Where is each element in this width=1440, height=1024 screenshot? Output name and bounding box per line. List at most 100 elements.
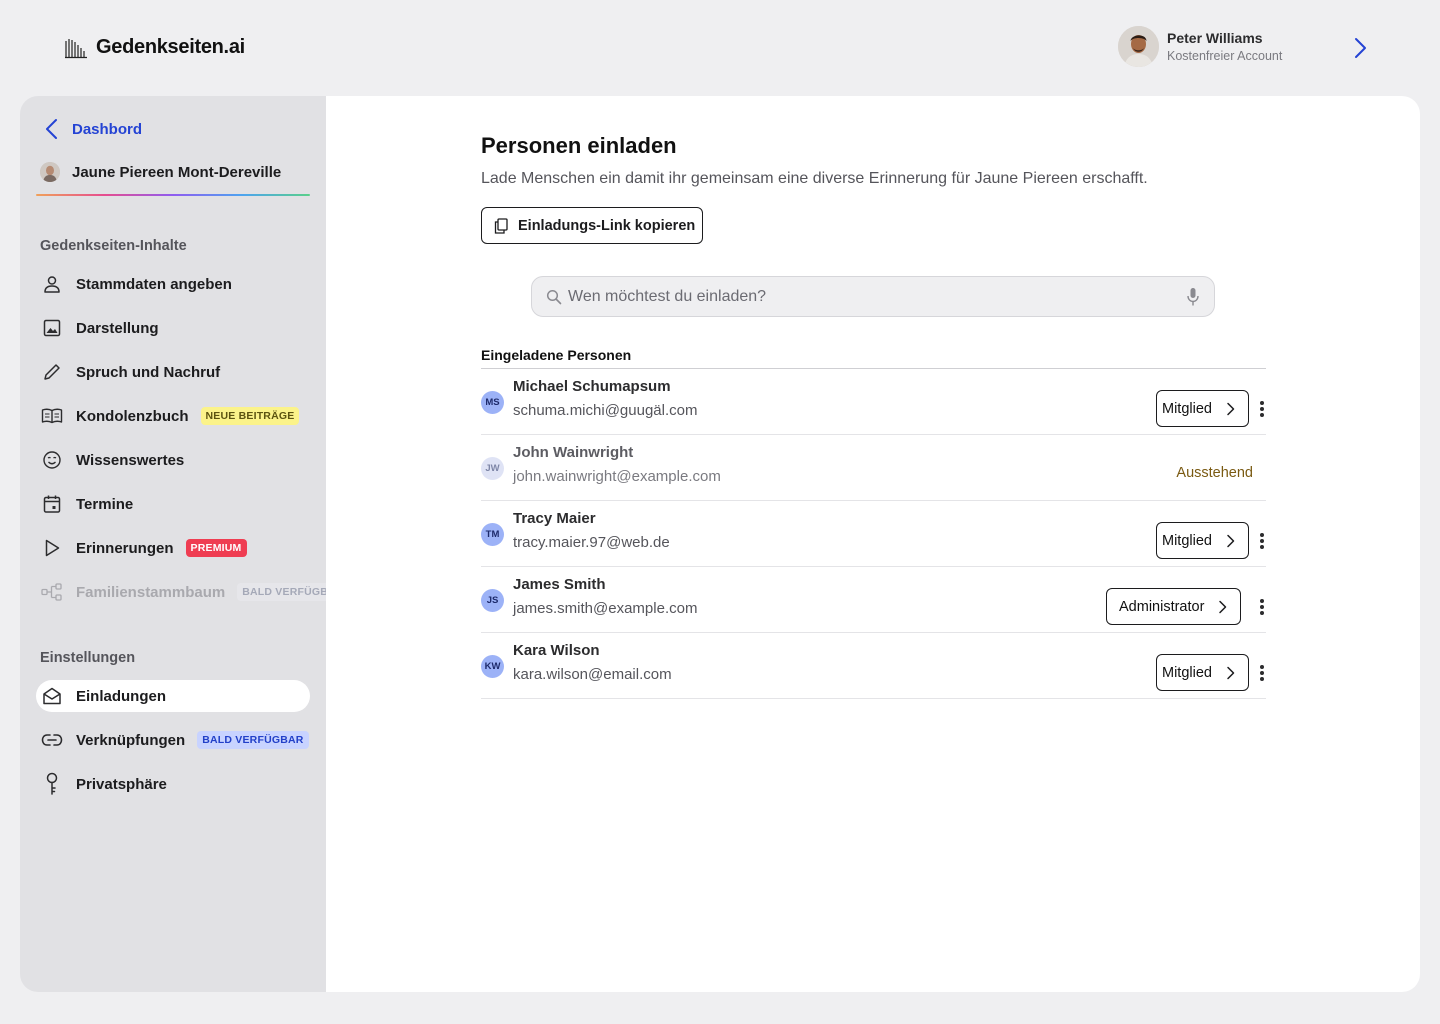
chevron-right-icon [1219,600,1227,613]
person-email: james.smith@example.com [513,600,698,617]
book-icon [40,404,64,428]
person-name: James Smith [513,576,606,593]
key-icon [40,772,64,796]
sidebar-item-stammdaten[interactable]: Stammdaten angeben [36,268,310,300]
role-select-button[interactable]: Mitglied [1156,390,1249,427]
back-to-dashboard-link[interactable]: Dashbord [44,118,142,140]
person-name: John Wainwright [513,444,634,461]
chevron-right-icon [1227,402,1235,415]
invited-person-row: JS James Smith james.smith@example.com A… [481,567,1266,633]
initials-avatar: JS [481,589,504,612]
initials-avatar: MS [481,391,504,414]
sidebar-item-label: Erinnerungen [76,539,174,557]
sidebar-item-label: Kondolenzbuch [76,407,189,425]
sidebar-item-label: Einladungen [76,687,166,705]
chevron-right-icon [1227,666,1235,679]
sidebar-item-label: Privatsphäre [76,775,167,793]
microphone-icon[interactable] [1186,287,1200,307]
smiley-icon [40,448,64,472]
section-title-content: Gedenkseiten-Inhalte [40,238,187,254]
brand-name: Gedenkseiten.ai [96,36,245,58]
sidebar-item-privatsphaere[interactable]: Privatsphäre [36,768,310,800]
invited-person-row: JW John Wainwright john.wainwright@examp… [481,435,1266,501]
more-options-icon[interactable] [1258,663,1266,683]
link-icon [40,728,64,752]
calendar-icon [40,492,64,516]
user-account[interactable]: Peter Williams Kostenfreier Account [1118,26,1282,67]
page-title: Personen einladen [481,133,677,158]
sidebar-item-termine[interactable]: Termine [36,488,310,520]
memorial-name: Jaune Piereen Mont-Dereville [72,163,282,181]
invited-person-row: MS Michael Schumapsum schuma.michi@guugä… [481,369,1266,435]
invited-list-title: Eingeladene Personen [481,347,632,363]
initials-avatar: TM [481,523,504,546]
role-select-button[interactable]: Mitglied [1156,522,1249,559]
pencil-icon [40,360,64,384]
sidebar-item-label: Termine [76,495,134,513]
role-select-button[interactable]: Administrator [1106,588,1242,625]
play-icon [40,536,64,560]
more-options-icon[interactable] [1258,531,1266,551]
memorial-divider [36,194,310,196]
role-select-button[interactable]: Mitglied [1156,654,1249,691]
main-panel: Personen einladen Lade Menschen ein dami… [326,96,1420,992]
sidebar-item-einladungen[interactable]: Einladungen [36,680,310,712]
person-name: Tracy Maier [513,510,596,527]
invited-person-row: TM Tracy Maier tracy.maier.97@web.de Mit… [481,501,1266,567]
sidebar-item-label: Wissenswertes [76,451,185,469]
person-email: tracy.maier.97@web.de [513,534,670,551]
sidebar-item-label: Spruch und Nachruf [76,363,221,381]
person-email: john.wainwright@example.com [513,468,721,485]
person-name: Michael Schumapsum [513,378,671,395]
role-label: Mitglied [1162,532,1212,549]
invited-person-row: KW Kara Wilson kara.wilson@email.com Mit… [481,633,1266,699]
sidebar-item-familienstammbaum: Familienstammbaum BALD VERFÜGBAR [36,576,349,608]
sidebar-item-darstellung[interactable]: Darstellung [36,312,310,344]
copy-icon [494,217,508,234]
memorial-selector[interactable]: Jaune Piereen Mont-Dereville [40,162,281,182]
sidebar-item-verknuepfungen[interactable]: Verknüpfungen BALD VERFÜGBAR [36,724,310,756]
page-subtitle: Lade Menschen ein damit ihr gemeinsam ei… [481,170,1148,187]
premium-badge: PREMIUM [185,539,247,557]
sidebar-item-spruch[interactable]: Spruch und Nachruf [36,356,310,388]
invite-search-bar [531,276,1215,317]
top-bar: Gedenkseiten.ai Peter Williams Kostenfre… [0,0,1440,96]
role-label: Mitglied [1162,400,1212,417]
more-options-icon[interactable] [1258,399,1266,419]
sidebar-item-erinnerungen[interactable]: Erinnerungen PREMIUM [36,532,310,564]
sidebar-item-label: Verknüpfungen [76,731,186,749]
more-options-icon[interactable] [1258,597,1266,617]
sidebar-item-kondolenzbuch[interactable]: Kondolenzbuch NEUE BEITRÄGE [36,400,310,432]
coming-soon-badge: BALD VERFÜGBAR [197,731,309,749]
initials-avatar: JW [481,457,504,480]
copy-invite-link-label: Einladungs-Link kopieren [518,217,696,234]
brand-logo[interactable]: Gedenkseiten.ai [64,36,245,59]
person-email: schuma.michi@guugäl.com [513,402,698,419]
person-name: Kara Wilson [513,642,600,659]
chevron-left-icon [46,119,57,139]
tree-icon [40,580,64,604]
logo-icon [65,38,87,58]
sidebar: Dashbord Jaune Piereen Mont-Dereville Ge… [20,96,349,992]
chevron-right-icon[interactable] [1350,36,1370,60]
new-posts-badge: NEUE BEITRÄGE [200,407,300,425]
image-icon [40,316,64,340]
sidebar-item-label: Familienstammbaum [76,583,226,601]
chevron-right-icon [1227,534,1235,547]
section-title-settings: Einstellungen [40,650,136,666]
person-email: kara.wilson@email.com [513,666,672,683]
mail-icon [40,684,64,708]
search-icon [546,289,562,304]
copy-invite-link-button[interactable]: Einladungs-Link kopieren [481,207,703,244]
person-icon [40,272,64,296]
initials-avatar: KW [481,655,504,678]
user-plan: Kostenfreier Account [1167,49,1283,63]
pending-status: Ausstehend [1176,465,1253,481]
user-avatar [1118,26,1159,67]
user-name: Peter Williams [1167,30,1263,46]
memorial-avatar [40,162,60,182]
sidebar-item-wissenswertes[interactable]: Wissenswertes [36,444,310,476]
back-label: Dashbord [72,120,143,138]
sidebar-item-label: Stammdaten angeben [76,275,232,293]
invite-search-input[interactable] [568,287,1186,306]
